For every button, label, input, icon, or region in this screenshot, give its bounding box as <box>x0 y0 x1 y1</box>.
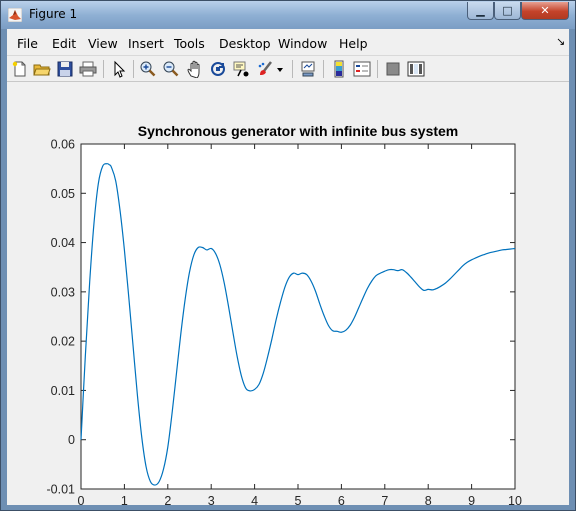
toolbar-separator <box>377 60 378 78</box>
close-button[interactable]: ✕ <box>521 2 569 20</box>
data-cursor-icon[interactable] <box>232 60 250 78</box>
rotate-3d-icon[interactable] <box>209 60 227 78</box>
minimize-button[interactable]: ▁ <box>467 2 494 20</box>
save-icon[interactable] <box>56 60 74 78</box>
menu-desktop[interactable]: Desktop <box>219 36 271 51</box>
y-tick-label: -0.01 <box>47 483 76 497</box>
window-title: Figure 1 <box>29 7 78 21</box>
menu-bar: File Edit View Insert Tools Desktop Wind… <box>7 29 569 55</box>
x-tick-label: 8 <box>425 494 432 505</box>
menu-file[interactable]: File <box>17 36 38 51</box>
menu-edit[interactable]: Edit <box>52 36 76 51</box>
y-tick-label: 0.04 <box>51 236 75 250</box>
pointer-icon[interactable] <box>110 60 128 78</box>
new-figure-icon[interactable] <box>11 60 29 78</box>
menu-insert[interactable]: Insert <box>128 36 164 51</box>
open-file-icon[interactable] <box>33 60 51 78</box>
menu-help[interactable]: Help <box>339 36 368 51</box>
pan-icon[interactable] <box>186 60 204 78</box>
insert-colorbar-icon[interactable] <box>330 60 348 78</box>
menu-window[interactable]: Window <box>278 36 327 51</box>
toolbar-separator <box>103 60 104 78</box>
y-tick-label: 0.01 <box>51 384 75 398</box>
toolbar-separator <box>292 60 293 78</box>
axes-background <box>80 143 516 490</box>
chart-title: Synchronous generator with infinite bus … <box>138 123 459 139</box>
x-tick-label: 9 <box>468 494 475 505</box>
x-tick-label: 3 <box>208 494 215 505</box>
title-bar[interactable]: Figure 1 ▁ □ ✕ <box>1 1 575 29</box>
brush-dropdown-icon[interactable] <box>275 60 285 78</box>
menu-view[interactable]: View <box>88 36 118 51</box>
x-tick-label: 10 <box>508 494 522 505</box>
hide-plot-tools-icon[interactable] <box>384 60 402 78</box>
figure-client-area: File Edit View Insert Tools Desktop Wind… <box>7 29 569 505</box>
insert-legend-icon[interactable] <box>353 60 371 78</box>
maximize-button[interactable]: □ <box>494 2 521 20</box>
figure-toolbar <box>7 55 569 82</box>
x-tick-label: 5 <box>295 494 302 505</box>
toolbar-separator <box>323 60 324 78</box>
x-tick-label: 2 <box>164 494 171 505</box>
brush-icon[interactable] <box>256 60 274 78</box>
y-tick-label: 0 <box>68 433 75 447</box>
figure-canvas: Synchronous generator with infinite bus … <box>7 82 569 505</box>
figure-window: Figure 1 ▁ □ ✕ File Edit View Insert Too… <box>0 0 576 511</box>
link-plot-icon[interactable] <box>299 60 317 78</box>
y-tick-label: 0.02 <box>51 335 75 349</box>
zoom-out-icon[interactable] <box>162 60 180 78</box>
y-tick-label: 0.05 <box>51 187 75 201</box>
plot-svg: Synchronous generator with infinite bus … <box>47 123 522 505</box>
toolbar-separator <box>133 60 134 78</box>
show-plot-tools-icon[interactable] <box>407 60 425 78</box>
x-tick-label: 7 <box>381 494 388 505</box>
x-tick-label: 1 <box>121 494 128 505</box>
menu-tools[interactable]: Tools <box>174 36 205 51</box>
x-tick-label: 0 <box>78 494 85 505</box>
y-tick-label: 0.06 <box>51 138 75 152</box>
zoom-in-icon[interactable] <box>139 60 157 78</box>
y-tick-label: 0.03 <box>51 285 75 299</box>
matlab-logo-icon <box>7 7 23 23</box>
dock-figure-icon[interactable]: ↘ <box>556 35 565 48</box>
print-icon[interactable] <box>79 60 97 78</box>
x-tick-label: 4 <box>251 494 258 505</box>
x-tick-label: 6 <box>338 494 345 505</box>
